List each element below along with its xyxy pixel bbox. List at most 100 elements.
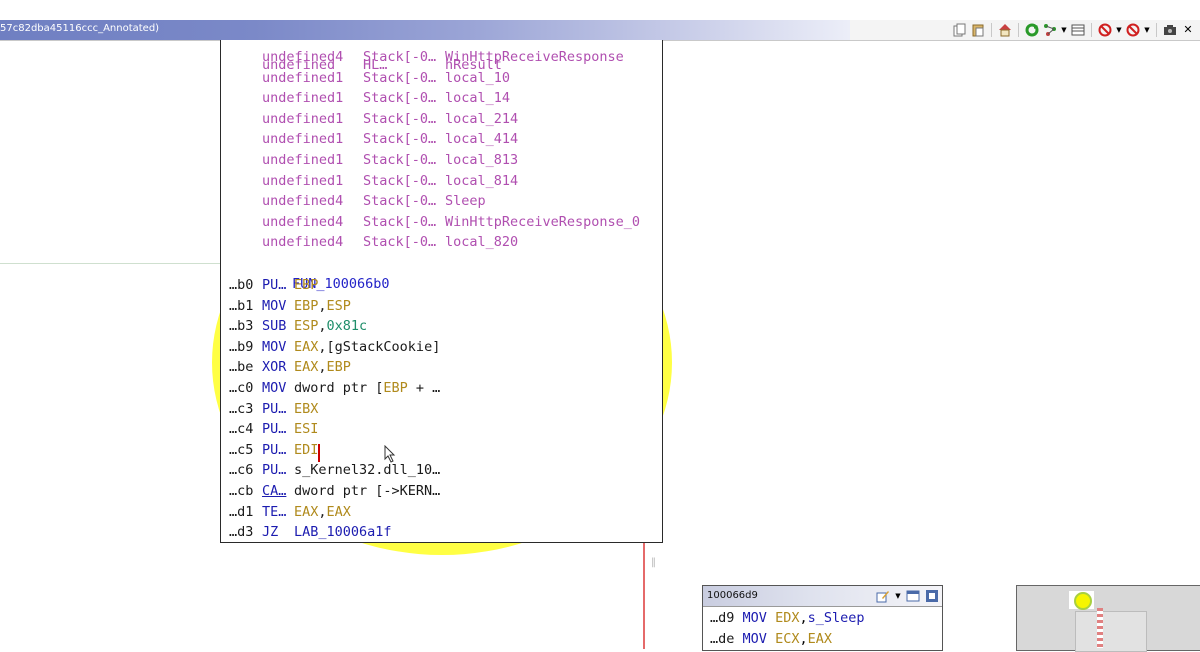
instruction-operands[interactable]: s_Kernel32.dll_10… <box>294 460 440 480</box>
instruction-operands[interactable]: EBP <box>294 275 318 295</box>
instruction-mnemonic[interactable]: XOR <box>262 357 286 377</box>
instruction-mnemonic[interactable]: PU… <box>262 440 286 460</box>
stack-variable-row[interactable]: undefined1 Stack[-0… local_214 <box>221 109 662 129</box>
instruction-operands[interactable]: ESI <box>294 419 318 439</box>
instruction-row[interactable]: …b1 MOV EBP,ESP <box>221 296 662 316</box>
dropdown-arrow-icon[interactable]: ▼ <box>1060 22 1068 38</box>
stack-variable-row[interactable]: undefined1 Stack[-0… local_813 <box>221 150 662 170</box>
operand-1[interactable]: ESP <box>294 318 318 334</box>
overview-viewport[interactable] <box>1075 611 1147 652</box>
graph-layout-icon[interactable] <box>1042 22 1058 38</box>
instruction-mnemonic[interactable]: PU… <box>262 399 286 419</box>
instruction-mnemonic[interactable]: MOV <box>743 610 767 626</box>
copy-icon[interactable] <box>952 22 968 38</box>
instruction-operands[interactable]: EBP,ESP <box>294 296 351 316</box>
instruction-mnemonic[interactable]: MOV <box>262 337 286 357</box>
instruction-row[interactable]: …d3 JZ LAB_10006a1f <box>221 522 662 542</box>
close-icon[interactable]: ✕ <box>1180 22 1196 38</box>
no-entry-icon[interactable] <box>1097 22 1113 38</box>
variable-name[interactable]: Sleep <box>445 191 486 211</box>
code-block-100066d9[interactable]: 100066d9 ▼ …d9 MOV EDX,s_Sleep …de MOV EC… <box>702 585 943 651</box>
instruction-operands[interactable]: EDI <box>294 440 318 460</box>
variable-name[interactable]: local_814 <box>445 171 518 191</box>
instruction-mnemonic[interactable]: CA… <box>262 481 286 501</box>
instruction-mnemonic[interactable]: MOV <box>743 631 767 647</box>
instruction-operands[interactable]: EAX,[gStackCookie] <box>294 337 440 357</box>
variable-name[interactable]: local_414 <box>445 129 518 149</box>
stack-variable-row[interactable]: undefined4 Stack[-0… WinHttpReceiveRespons… <box>221 47 662 67</box>
instruction-operands[interactable]: EAX,EAX <box>294 502 351 522</box>
operand-1[interactable]: EBX <box>294 401 318 417</box>
operand-2[interactable]: ESP <box>327 298 351 314</box>
operand-1[interactable]: s_Kernel32.dll_10… <box>294 462 440 478</box>
restore-window-icon[interactable] <box>905 588 921 604</box>
instruction-mnemonic[interactable]: PU… <box>262 275 286 295</box>
edit-icon[interactable] <box>875 588 891 604</box>
instruction-operands[interactable]: LAB_10006a1f <box>294 522 392 542</box>
variable-name[interactable]: local_10 <box>445 68 510 88</box>
instruction-row[interactable]: …c3 PU… EBX <box>221 399 662 419</box>
instruction-mnemonic[interactable]: JZ <box>262 522 278 542</box>
instruction-row[interactable]: …c5 PU… EDI <box>221 440 662 460</box>
mini-instruction-row[interactable]: …de MOV ECX,EAX <box>710 629 940 649</box>
instruction-row[interactable]: …c6 PU… s_Kernel32.dll_10… <box>221 460 662 480</box>
operand-1[interactable]: dword ptr [->KERN… <box>294 483 440 499</box>
function-preview-popup[interactable]: undefined HL… hResult undefined4 Stack[-0… W… <box>220 40 663 543</box>
instruction-mnemonic[interactable]: MOV <box>262 296 286 316</box>
variable-name[interactable]: local_14 <box>445 88 510 108</box>
operand-2[interactable]: + … <box>408 380 440 396</box>
instruction-mnemonic[interactable]: SUB <box>262 316 286 336</box>
instruction-row[interactable]: …b3 SUB ESP,0x81c <box>221 316 662 336</box>
stack-variable-row[interactable]: undefined1 Stack[-0… local_10 <box>221 68 662 88</box>
refresh-icon[interactable] <box>1024 22 1040 38</box>
operand-2[interactable]: EAX <box>327 504 351 520</box>
instruction-mnemonic[interactable]: TE… <box>262 502 286 522</box>
instruction-row[interactable]: …be XOR EAX,EBP <box>221 357 662 377</box>
operand-2[interactable]: s_Sleep <box>808 610 865 626</box>
operand-1[interactable]: LAB_10006a1f <box>294 524 392 540</box>
fullscreen-icon[interactable] <box>924 588 940 604</box>
variable-name[interactable]: WinHttpReceiveResponse_0 <box>445 212 640 232</box>
graph-overview-panel[interactable] <box>1016 585 1200 652</box>
dropdown-arrow-icon[interactable]: ▼ <box>1143 22 1151 38</box>
no-entry-icon[interactable] <box>1125 22 1141 38</box>
variable-name[interactable]: WinHttpReceiveResponse <box>445 47 624 67</box>
instruction-row[interactable]: …cb CA… dword ptr [->KERN… <box>221 481 662 501</box>
operand-2[interactable]: EAX <box>808 631 832 647</box>
operand-1[interactable]: EAX <box>294 504 318 520</box>
instruction-mnemonic[interactable]: PU… <box>262 460 286 480</box>
instruction-row[interactable]: …d1 TE… EAX,EAX <box>221 502 662 522</box>
operand-1[interactable]: dword ptr [ <box>294 380 383 396</box>
operand-1[interactable]: EAX <box>294 359 318 375</box>
home-icon[interactable] <box>997 22 1013 38</box>
operand-2[interactable]: EBP <box>327 359 351 375</box>
instruction-operands[interactable]: dword ptr [EBP + … <box>294 378 440 398</box>
instruction-operands[interactable]: ESP,0x81c <box>294 316 367 336</box>
dropdown-arrow-icon[interactable]: ▼ <box>1115 22 1123 38</box>
instruction-row[interactable]: …b0 PU… EBP <box>221 275 662 295</box>
instruction-operands[interactable]: dword ptr [->KERN… <box>294 481 440 501</box>
variable-name[interactable]: local_214 <box>445 109 518 129</box>
dropdown-arrow-icon[interactable]: ▼ <box>894 588 902 604</box>
stack-variable-row[interactable]: undefined1 Stack[-0… local_414 <box>221 129 662 149</box>
operand-1[interactable]: EBP <box>294 277 318 293</box>
operand-2[interactable]: 0x81c <box>327 318 368 334</box>
operand-1[interactable]: ECX <box>775 631 799 647</box>
instruction-operands[interactable]: EAX,EBP <box>294 357 351 377</box>
operand-1[interactable]: EAX <box>294 339 318 355</box>
stack-variable-row[interactable]: undefined1 Stack[-0… local_814 <box>221 171 662 191</box>
instruction-mnemonic[interactable]: MOV <box>262 378 286 398</box>
instruction-operands[interactable]: EBX <box>294 399 318 419</box>
paste-icon[interactable] <box>970 22 986 38</box>
instruction-mnemonic[interactable]: PU… <box>262 419 286 439</box>
instruction-row[interactable]: …c0 MOV dword ptr [EBP + … <box>221 378 662 398</box>
stack-variable-row[interactable]: undefined4 Stack[-0… Sleep <box>221 191 662 211</box>
mini-instruction-row[interactable]: …d9 MOV EDX,s_Sleep <box>710 608 940 628</box>
operand-2[interactable]: [gStackCookie] <box>327 339 441 355</box>
instruction-row[interactable]: …b9 MOV EAX,[gStackCookie] <box>221 337 662 357</box>
camera-icon[interactable] <box>1162 22 1178 38</box>
operand-1[interactable]: EDX <box>775 610 799 626</box>
table-icon[interactable] <box>1070 22 1086 38</box>
stack-variable-row[interactable]: undefined4 Stack[-0… local_820 <box>221 232 662 252</box>
operand-1[interactable]: EBP <box>294 298 318 314</box>
